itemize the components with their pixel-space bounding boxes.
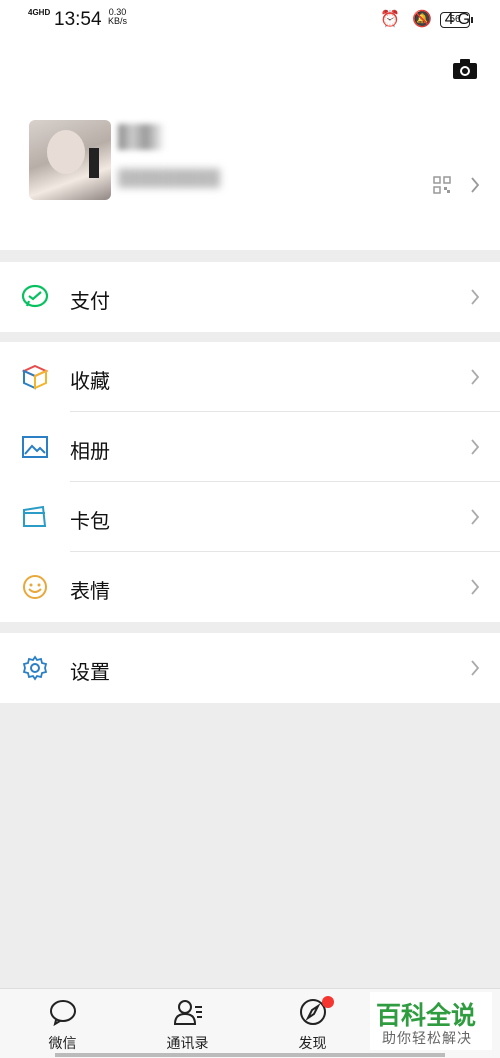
chevron-right-icon: [471, 369, 480, 385]
chat-bubble-icon: [49, 1000, 76, 1026]
menu-item-album[interactable]: 相册: [0, 412, 500, 482]
avatar-face: [47, 130, 85, 174]
network-speed: 0.30 KB/s: [108, 8, 127, 26]
menu-item-favorites[interactable]: 收藏: [0, 342, 500, 412]
menu-label-stickers: 表情: [70, 581, 110, 603]
watermark: 百科全说 助你轻松解决: [370, 992, 492, 1050]
favorites-cube-icon: [21, 364, 49, 390]
tab-discover[interactable]: 发现: [250, 989, 375, 1058]
menu-item-settings[interactable]: 设置: [0, 633, 500, 703]
avatar[interactable]: [29, 120, 111, 200]
menu-item-stickers[interactable]: 表情: [0, 552, 500, 622]
menu-item-pay[interactable]: 支付: [0, 262, 500, 332]
menu-label-pay: 支付: [70, 291, 110, 313]
profile-wechat-id: █████████: [118, 170, 221, 187]
tab-contacts[interactable]: 通讯录: [125, 989, 250, 1058]
notification-badge: [322, 996, 334, 1008]
menu-label-settings: 设置: [70, 662, 110, 684]
avatar-detail: [89, 148, 99, 178]
tab-chats[interactable]: 微信: [0, 989, 125, 1058]
speed-unit: KB/s: [108, 16, 128, 26]
tools-section: 收藏 相册 卡包 表情: [0, 342, 500, 622]
status-bar: 4GHD 13:54 0.30 KB/s ⏰ 🔕 4G 56: [0, 0, 500, 40]
album-icon: [22, 436, 48, 458]
chevron-right-icon: [471, 439, 480, 455]
chevron-right-icon: [471, 289, 480, 305]
chevron-right-icon: [471, 660, 480, 676]
home-indicator[interactable]: [55, 1053, 445, 1057]
chevron-right-icon: [471, 509, 480, 525]
profile-header[interactable]: ███ █████████: [0, 40, 500, 250]
menu-label-favorites: 收藏: [70, 371, 110, 393]
menu-label-album: 相册: [70, 441, 110, 463]
tab-label-discover: 发现: [298, 1035, 327, 1051]
chevron-right-icon: [471, 579, 480, 595]
camera-icon[interactable]: [452, 58, 478, 80]
watermark-subtitle: 助你轻松解决: [382, 1030, 472, 1046]
settings-section: 设置: [0, 633, 500, 703]
menu-item-cards[interactable]: 卡包: [0, 482, 500, 552]
menu-label-cards: 卡包: [70, 511, 110, 533]
watermark-title: 百科全说: [376, 1002, 477, 1030]
card-wallet-icon: [23, 505, 47, 527]
tab-label-contacts: 通讯录: [166, 1035, 209, 1051]
profile-name: ███: [118, 124, 165, 149]
gear-icon: [22, 655, 48, 681]
qr-code-icon[interactable]: [433, 176, 451, 194]
chevron-right-icon: [471, 177, 480, 193]
pay-icon: [21, 284, 49, 308]
tab-label-chats: 微信: [48, 1035, 77, 1051]
status-time: 13:54: [54, 9, 102, 30]
pay-section: 支付: [0, 262, 500, 332]
smiley-icon: [23, 575, 47, 599]
battery-indicator: 56: [440, 12, 473, 28]
contacts-icon: [173, 1000, 202, 1025]
network-indicator: 4GHD: [28, 8, 51, 17]
